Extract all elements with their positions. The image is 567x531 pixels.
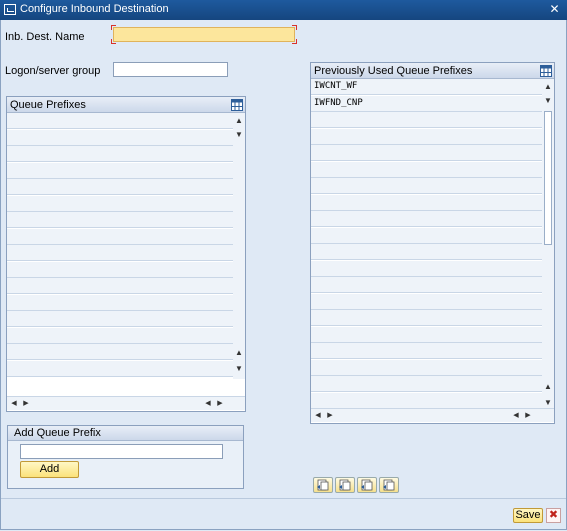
queue-prefixes-hscroll[interactable]: ◀ ▶ ◀ ▶ <box>7 396 245 410</box>
save-button[interactable]: Save <box>513 508 543 523</box>
focus-corner-bl <box>111 39 116 44</box>
logon-field[interactable] <box>113 62 228 77</box>
scroll-right-icon[interactable]: ▶ <box>523 410 533 422</box>
table-row[interactable] <box>7 294 233 311</box>
table-row[interactable] <box>7 179 233 195</box>
grid-settings-icon[interactable] <box>540 65 552 77</box>
window-icon <box>4 4 16 15</box>
dialog-body: Inb. Dest. Name Logon/server group Queue… <box>0 20 567 530</box>
table-row[interactable] <box>311 343 542 359</box>
close-icon[interactable]: ✕ <box>548 3 561 16</box>
scroll-right-icon[interactable]: ▶ <box>325 410 335 422</box>
table-row[interactable]: IWCNT_WF <box>311 79 542 95</box>
table-row[interactable] <box>7 228 233 245</box>
toolbar-icon <box>383 479 395 491</box>
table-row[interactable] <box>7 261 233 278</box>
toolbar-icon[interactable] <box>357 477 377 493</box>
previous-prefixes-scroll-thumb[interactable] <box>544 111 552 245</box>
scroll-down-icon[interactable]: ▼ <box>542 95 554 107</box>
focus-corner-tr <box>292 25 297 30</box>
table-row[interactable] <box>311 392 542 409</box>
scroll-left-icon[interactable]: ◀ <box>313 410 323 422</box>
table-row[interactable] <box>311 293 542 310</box>
add-queue-prefix-group: Add Queue Prefix Add <box>7 425 244 489</box>
scroll-up-icon[interactable]: ▲ <box>542 81 554 93</box>
table-row[interactable] <box>311 227 542 244</box>
scroll-down-icon[interactable]: ▼ <box>233 129 245 141</box>
queue-prefixes-vscroll[interactable]: ▲ ▼ ▲ ▼ <box>233 113 245 379</box>
scroll-left-icon[interactable]: ◀ <box>203 398 213 410</box>
add-queue-prefix-title: Add Queue Prefix <box>8 426 243 441</box>
previous-prefixes-header: Previously Used Queue Prefixes <box>311 63 554 79</box>
table-row[interactable] <box>311 376 542 392</box>
queue-prefixes-table: Queue Prefixes ▲ ▼ ▲ ▼ ◀ ▶ ◀ ▶ <box>6 96 246 412</box>
inb-dest-label: Inb. Dest. Name <box>5 31 85 43</box>
table-row[interactable] <box>7 129 233 146</box>
scroll-down-icon[interactable]: ▼ <box>233 363 245 375</box>
focus-corner-tl <box>111 25 116 30</box>
table-row[interactable] <box>311 326 542 343</box>
previous-prefixes-hscroll[interactable]: ◀ ▶ ◀ ▶ <box>311 408 554 422</box>
toolbar-icon[interactable] <box>335 477 355 493</box>
table-row[interactable] <box>7 195 233 212</box>
inb-dest-field[interactable] <box>113 27 295 42</box>
table-row[interactable] <box>7 327 233 344</box>
grid-settings-icon[interactable] <box>231 99 243 111</box>
logon-label: Logon/server group <box>5 65 101 77</box>
scroll-left-icon[interactable]: ◀ <box>9 398 19 410</box>
toolbar-icon[interactable] <box>379 477 399 493</box>
scroll-up-icon[interactable]: ▲ <box>542 381 554 393</box>
focus-corner-br <box>292 39 297 44</box>
table-row[interactable] <box>7 146 233 162</box>
toolbar-icon[interactable] <box>313 477 333 493</box>
add-queue-prefix-input[interactable] <box>20 444 223 459</box>
toolbar-icon <box>339 479 351 491</box>
table-row[interactable] <box>311 112 542 128</box>
table-row[interactable] <box>7 162 233 179</box>
previous-prefixes-vscroll[interactable]: ▲ ▼ ▲ ▼ <box>542 79 554 409</box>
table-row[interactable] <box>7 344 233 360</box>
scroll-right-icon[interactable]: ▶ <box>21 398 31 410</box>
table-row[interactable] <box>311 145 542 161</box>
add-button[interactable]: Add <box>20 461 79 478</box>
table-row[interactable] <box>7 311 233 327</box>
cancel-icon[interactable]: ✖ <box>546 508 561 523</box>
table-row[interactable] <box>311 128 542 145</box>
table-row[interactable] <box>7 212 233 228</box>
table-row[interactable] <box>311 211 542 227</box>
table-row[interactable] <box>311 260 542 277</box>
table-row[interactable] <box>311 194 542 211</box>
table-row[interactable] <box>311 178 542 194</box>
queue-prefixes-header: Queue Prefixes <box>7 97 245 113</box>
previous-prefixes-table: Previously Used Queue Prefixes IWCNT_WF I… <box>310 62 555 424</box>
toolbar-icon <box>317 479 329 491</box>
table-row[interactable] <box>7 360 233 377</box>
table-row[interactable] <box>311 277 542 293</box>
window-title: Configure Inbound Destination <box>20 3 169 15</box>
table-row[interactable] <box>7 113 233 129</box>
table-row[interactable] <box>311 359 542 376</box>
table-row[interactable] <box>311 161 542 178</box>
table-row[interactable] <box>7 278 233 294</box>
table-row[interactable]: IWFND_CNP <box>311 95 542 112</box>
table-row[interactable] <box>7 245 233 261</box>
footer-divider <box>1 498 566 499</box>
scroll-up-icon[interactable]: ▲ <box>233 347 245 359</box>
scroll-right-icon[interactable]: ▶ <box>215 398 225 410</box>
scroll-left-icon[interactable]: ◀ <box>511 410 521 422</box>
toolbar-icon <box>361 479 373 491</box>
table-row[interactable] <box>311 310 542 326</box>
title-bar: Configure Inbound Destination ✕ <box>0 0 567 20</box>
scroll-up-icon[interactable]: ▲ <box>233 115 245 127</box>
table-row[interactable] <box>311 244 542 260</box>
